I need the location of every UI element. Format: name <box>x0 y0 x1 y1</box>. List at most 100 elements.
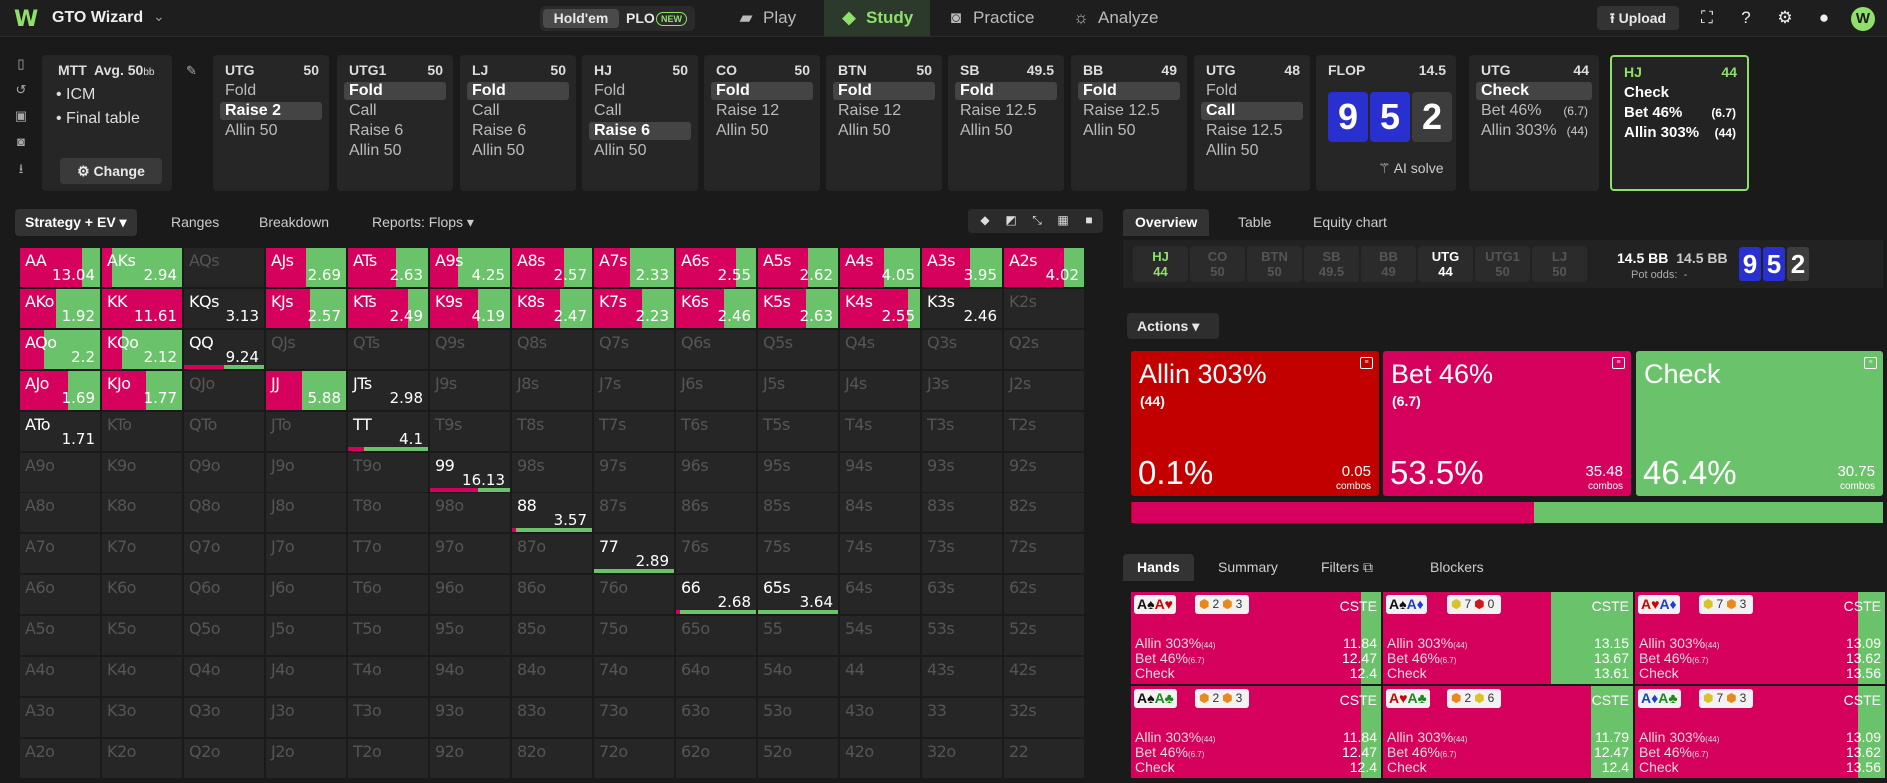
position-action[interactable]: Fold <box>955 82 1057 100</box>
position-action[interactable]: Allin 50 <box>833 122 935 140</box>
hand-cell-55[interactable]: 55 <box>758 616 839 657</box>
position-action[interactable]: Fold <box>467 82 569 100</box>
hand-cell-Q4o[interactable]: Q4o <box>184 657 265 697</box>
hand-cell-T3s[interactable]: T3s <box>922 411 1003 452</box>
utg-flop-box[interactable]: UTG 44 Check Bet 46% (6.7) Allin 303% (44) <box>1469 55 1599 191</box>
position-action[interactable]: Allin 50 <box>467 142 569 160</box>
info-chip-utg[interactable]: UTG 44 <box>1418 246 1473 282</box>
hand-cell-Q2s[interactable]: Q2s <box>1004 329 1085 370</box>
hand-cell-Q3s[interactable]: Q3s <box>922 329 1003 370</box>
hand-cell-T5s[interactable]: T5s <box>758 411 839 452</box>
hand-cell-Q3o[interactable]: Q3o <box>184 697 265 738</box>
tab-overview[interactable]: Overview <box>1123 209 1210 236</box>
hand-cell-A7s[interactable]: 2.33 A7s <box>594 248 675 288</box>
hand-cell-83o[interactable]: 83o <box>512 697 593 738</box>
hand-cell-99[interactable]: 16.13 99 <box>430 452 511 493</box>
nav-analyze[interactable]: ☼ Analyze <box>1070 0 1190 36</box>
hand-cell-JTs[interactable]: 2.98 JTs <box>348 370 429 411</box>
hand-cell-32s[interactable]: 32s <box>1004 697 1085 738</box>
hand-cell-K9s[interactable]: 4.19 K9s <box>430 288 511 329</box>
hand-cell-A3o[interactable]: A3o <box>20 697 101 738</box>
hand-cell-J8o[interactable]: J8o <box>266 493 347 534</box>
position-action[interactable]: Fold <box>589 82 691 100</box>
hand-card[interactable]: A♥A♦ ⬢ 7 ⬢ 3 CSTE Allin 303%(44) 13.09 Bet 46%(6… <box>1635 592 1885 684</box>
hand-card[interactable]: A♠A♥ ⬢ 2 ⬢ 3 CSTE Allin 303%(44) 11.84 Bet 46%(6… <box>1131 592 1381 684</box>
hand-cell-J6s[interactable]: J6s <box>676 370 757 411</box>
hand-cell-92o[interactable]: 92o <box>430 738 511 779</box>
hand-cell-88[interactable]: 3.57 88 <box>512 493 593 534</box>
hand-cell-Q7o[interactable]: Q7o <box>184 534 265 575</box>
hand-cell-96s[interactable]: 96s <box>676 452 757 493</box>
help-icon[interactable]: ? <box>1735 8 1757 30</box>
hand-cell-97s[interactable]: 97s <box>594 452 675 493</box>
info-chip-utg1[interactable]: UTG1 50 <box>1475 246 1530 282</box>
position-action[interactable]: Call <box>589 102 691 120</box>
position-utg1-1[interactable]: UTG1 50 Fold Call Raise 6 Allin 50 <box>337 55 453 191</box>
hand-cell-A4o[interactable]: A4o <box>20 657 101 697</box>
hand-cell-JJ[interactable]: 5.88 JJ <box>266 370 347 411</box>
hand-cell-K2s[interactable]: K2s <box>1004 288 1085 329</box>
hand-cell-T8o[interactable]: T8o <box>348 493 429 534</box>
screenshot-icon[interactable]: ⛶ <box>1696 8 1718 30</box>
hand-cell-T6s[interactable]: T6s <box>676 411 757 452</box>
position-action[interactable]: Raise 12.5 <box>1201 122 1303 140</box>
hand-cell-52s[interactable]: 52s <box>1004 616 1085 657</box>
hand-card[interactable]: A♦A♣ ⬢ 7 ⬢ 3 CSTE Allin 303%(44) 13.09 Bet 46%(6… <box>1635 686 1885 778</box>
hand-cell-72s[interactable]: 72s <box>1004 534 1085 575</box>
position-action[interactable]: Allin 50 <box>220 122 322 140</box>
hand-cell-66[interactable]: 2.68 66 <box>676 575 757 616</box>
tab-strategy-ev[interactable]: Strategy + EV ▾ <box>15 209 137 236</box>
hand-cell-92s[interactable]: 92s <box>1004 452 1085 493</box>
position-action[interactable]: Raise 6 <box>467 122 569 140</box>
square-icon[interactable]: ■ <box>1078 209 1100 231</box>
hand-cell-87o[interactable]: 87o <box>512 534 593 575</box>
hand-cell-J4o[interactable]: J4o <box>266 657 347 697</box>
position-action[interactable]: Check <box>1476 82 1592 100</box>
save-icon[interactable]: ▣ <box>10 108 32 134</box>
hand-cell-63o[interactable]: 63o <box>676 697 757 738</box>
hand-cell-95s[interactable]: 95s <box>758 452 839 493</box>
position-action[interactable]: Call <box>467 102 569 120</box>
tab-ranges[interactable]: Ranges <box>171 209 219 236</box>
hand-cell-AKs[interactable]: 2.94 AKs <box>102 248 183 288</box>
details-icon[interactable]: ≡ <box>1864 357 1877 369</box>
hand-cell-44[interactable]: 44 <box>840 657 921 697</box>
hand-cell-62s[interactable]: 62s <box>1004 575 1085 616</box>
hand-cell-74o[interactable]: 74o <box>594 657 675 697</box>
hand-cell-K6s[interactable]: 2.46 K6s <box>676 288 757 329</box>
hand-cell-QJs[interactable]: QJs <box>266 329 347 370</box>
hand-cell-KJo[interactable]: 1.77 KJo <box>102 370 183 411</box>
position-sb-6[interactable]: SB 49.5 Fold Raise 12.5 Allin 50 <box>948 55 1064 191</box>
hand-cell-83s[interactable]: 83s <box>922 493 1003 534</box>
hand-cell-85o[interactable]: 85o <box>512 616 593 657</box>
hand-cell-A8o[interactable]: A8o <box>20 493 101 534</box>
position-action[interactable]: Allin 50 <box>589 142 691 160</box>
hand-cell-K9o[interactable]: K9o <box>102 452 183 493</box>
hand-cell-AJs[interactable]: 2.69 AJs <box>266 248 347 288</box>
hand-cell-J7o[interactable]: J7o <box>266 534 347 575</box>
hand-cell-94o[interactable]: 94o <box>430 657 511 697</box>
hand-cell-J5o[interactable]: J5o <box>266 616 347 657</box>
hand-cell-K5o[interactable]: K5o <box>102 616 183 657</box>
hand-cell-64o[interactable]: 64o <box>676 657 757 697</box>
hand-cell-AQo[interactable]: 2.2 AQo <box>20 329 101 370</box>
hand-cell-64s[interactable]: 64s <box>840 575 921 616</box>
change-button[interactable]: ⚙ Change <box>60 158 162 184</box>
upload-button[interactable]: ⭱ Upload <box>1597 6 1679 30</box>
gto-wizard-logo[interactable]: W <box>14 7 42 32</box>
hand-cell-K4s[interactable]: 2.55 K4s <box>840 288 921 329</box>
action-box-0[interactable]: Allin 303% (44) 0.1% 0.05 combos ≡ <box>1131 351 1379 496</box>
hand-cell-J8s[interactable]: J8s <box>512 370 593 411</box>
hand-cell-K7s[interactable]: 2.23 K7s <box>594 288 675 329</box>
hand-cell-J4s[interactable]: J4s <box>840 370 921 411</box>
hand-cell-A6o[interactable]: A6o <box>20 575 101 616</box>
position-action[interactable]: Raise 2 <box>220 102 322 120</box>
hand-cell-A6s[interactable]: 2.55 A6s <box>676 248 757 288</box>
hand-card[interactable]: A♠A♦ ⬢ 7 ⬢ 0 CSTE Allin 303%(44) 13.15 Bet 46%(6… <box>1383 592 1633 684</box>
hand-cell-K5s[interactable]: 2.63 K5s <box>758 288 839 329</box>
hand-cell-62o[interactable]: 62o <box>676 738 757 779</box>
action-box-1[interactable]: Bet 46% (6.7) 53.5% 35.48 combos ≡ <box>1383 351 1631 496</box>
position-action[interactable]: Check <box>1619 84 1740 102</box>
hand-cell-74s[interactable]: 74s <box>840 534 921 575</box>
hand-cell-86o[interactable]: 86o <box>512 575 593 616</box>
